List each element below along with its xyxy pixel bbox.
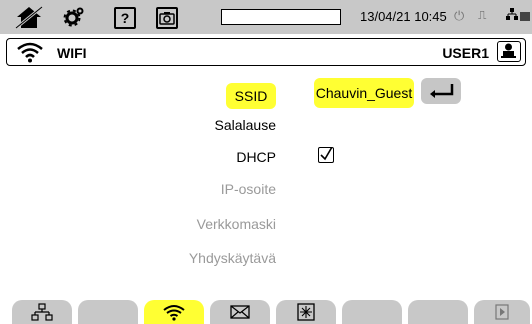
tab-wifi[interactable]	[144, 300, 204, 324]
checkmark-icon	[320, 146, 333, 161]
tab-empty-3[interactable]	[408, 300, 468, 324]
wifi-icon	[15, 41, 45, 68]
title-bar: WIFI USER1	[6, 38, 526, 66]
power-icon: ⏻	[454, 8, 465, 23]
battery-icon	[520, 12, 530, 21]
camera-icon[interactable]	[156, 7, 178, 29]
page-title: WIFI	[57, 45, 87, 61]
tab-empty-2[interactable]	[342, 300, 402, 324]
enter-button[interactable]	[421, 78, 461, 104]
mail-icon	[230, 305, 250, 319]
usb-icon: ⎍	[478, 8, 487, 22]
wifi-icon	[163, 305, 185, 321]
dhcp-checkbox[interactable]	[318, 146, 334, 163]
home-icon[interactable]	[12, 4, 46, 30]
datetime: 13/04/21 10:45	[360, 9, 447, 24]
ethernet-icon	[31, 303, 53, 321]
help-button[interactable]: ?	[114, 7, 136, 29]
netmask-label: Verkkomaski	[196, 216, 276, 232]
tab-ethernet[interactable]	[12, 300, 72, 324]
dhcp-label: DHCP	[236, 149, 276, 165]
ip-label: IP-osoite	[220, 181, 276, 197]
server-icon	[297, 303, 315, 321]
tab-next-page[interactable]	[474, 300, 530, 324]
password-label: Salalause	[214, 117, 277, 133]
user-lock-icon[interactable]	[497, 41, 521, 62]
gateway-label: Yhdyskäytävä	[188, 250, 276, 266]
user-name: USER1	[442, 45, 489, 61]
network-icon	[506, 8, 518, 23]
status-bar: ? 13/04/21 10:45 ⏻ ⎍	[0, 0, 532, 34]
enter-icon	[430, 84, 454, 98]
tab-mail[interactable]	[210, 300, 270, 324]
ssid-label: SSID	[226, 83, 276, 109]
tab-server[interactable]	[276, 300, 336, 324]
tab-empty-1[interactable]	[78, 300, 138, 324]
ssid-field[interactable]: Chauvin_Guest	[314, 78, 414, 108]
gear-icon[interactable]	[62, 4, 86, 30]
next-page-icon	[495, 304, 509, 320]
status-message-box	[221, 9, 341, 25]
help-label: ?	[120, 10, 130, 26]
